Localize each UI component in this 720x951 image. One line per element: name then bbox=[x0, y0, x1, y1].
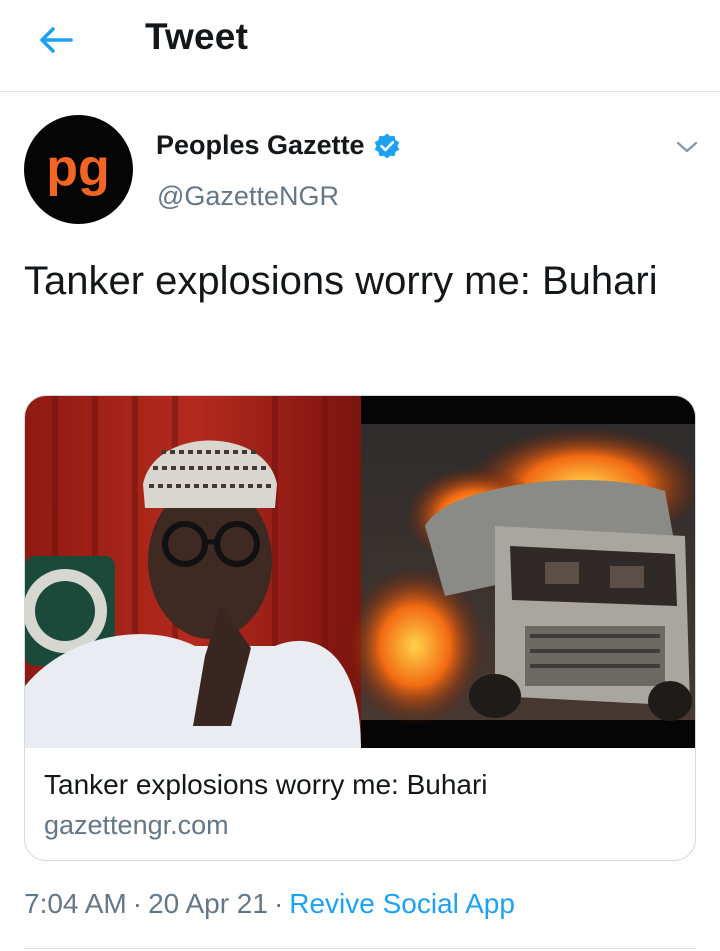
separator-dot: · bbox=[273, 888, 284, 919]
chevron-down-icon bbox=[676, 141, 698, 153]
tweet-meta: 7:04 AM · 20 Apr 21 · Revive Social App bbox=[24, 888, 515, 920]
top-bar: Tweet bbox=[0, 0, 720, 92]
author-name-text: Peoples Gazette bbox=[156, 130, 365, 160]
author-name[interactable]: Peoples Gazette bbox=[156, 130, 401, 161]
portrait-photo bbox=[25, 396, 361, 748]
separator-dot: · bbox=[132, 888, 143, 919]
divider bbox=[24, 948, 696, 949]
card-title: Tanker explosions worry me: Buhari bbox=[44, 769, 488, 800]
avatar[interactable]: pg bbox=[24, 115, 133, 224]
card-domain: gazettengr.com bbox=[44, 810, 229, 840]
peoples-gazette-logo: pg bbox=[46, 139, 110, 197]
tweet-time: 7:04 AM bbox=[24, 888, 127, 919]
verified-badge-icon bbox=[373, 132, 401, 160]
more-options-button[interactable] bbox=[672, 132, 702, 162]
page-title: Tweet bbox=[145, 16, 249, 57]
source-app-link[interactable]: Revive Social App bbox=[289, 888, 515, 919]
card-image bbox=[25, 396, 695, 748]
tweet-text: Tanker explosions worry me: Buhari bbox=[24, 259, 658, 303]
tanker-fire-photo bbox=[345, 396, 695, 748]
svg-text:pg: pg bbox=[46, 139, 110, 197]
tweet-date: 20 Apr 21 bbox=[148, 888, 268, 919]
author-handle[interactable]: @GazetteNGR bbox=[157, 181, 339, 212]
back-button[interactable] bbox=[34, 20, 78, 60]
link-card[interactable]: Tanker explosions worry me: Buhari gazet… bbox=[24, 395, 696, 861]
arrow-left-icon bbox=[40, 27, 73, 53]
